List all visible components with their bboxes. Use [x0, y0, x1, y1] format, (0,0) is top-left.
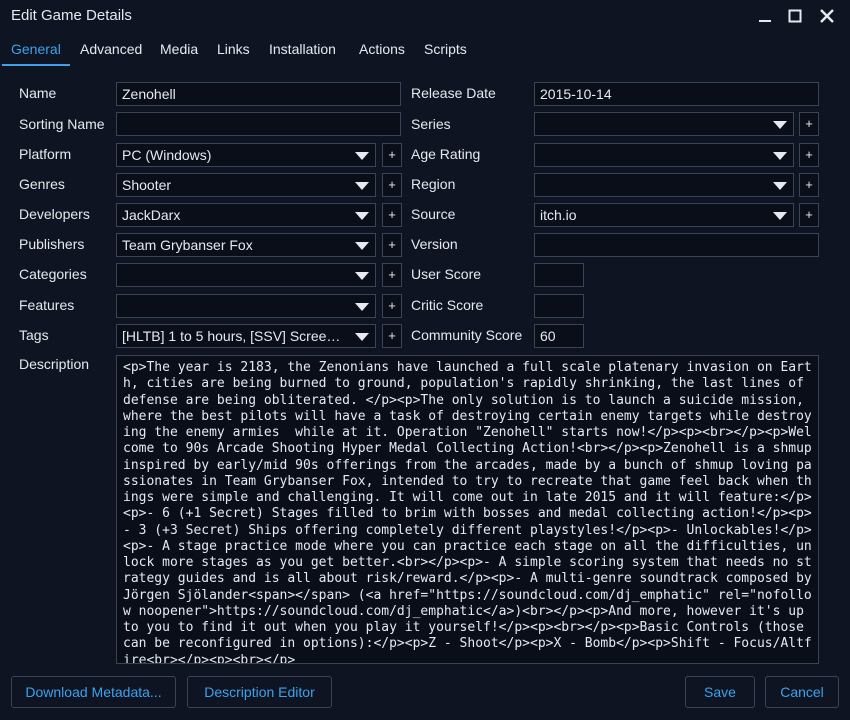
- platform-label: Platform: [19, 146, 72, 162]
- region-select[interactable]: [534, 173, 794, 197]
- chevron-down-icon: [355, 242, 369, 250]
- cancel-button[interactable]: Cancel: [765, 676, 839, 708]
- age-rating-select[interactable]: [534, 143, 794, 167]
- user-score-label: User Score: [411, 266, 482, 282]
- critic-score-input[interactable]: [534, 294, 584, 318]
- description-label: Description: [19, 356, 90, 372]
- tab-media[interactable]: Media: [151, 36, 207, 66]
- add-region-button[interactable]: +: [799, 173, 819, 197]
- developers-select[interactable]: JackDarx: [116, 203, 376, 227]
- maximize-button[interactable]: [782, 4, 808, 28]
- tags-label: Tags: [19, 327, 49, 343]
- description-editor-button[interactable]: Description Editor: [187, 676, 332, 708]
- add-genre-button[interactable]: +: [382, 173, 402, 197]
- genres-value: Shooter: [122, 177, 172, 193]
- tab-bar: General Advanced Media Links Installatio…: [0, 36, 850, 66]
- critic-score-label: Critic Score: [411, 297, 484, 313]
- publishers-value: Team Grybanser Fox: [122, 237, 253, 253]
- chevron-down-icon: [355, 182, 369, 190]
- chevron-down-icon: [773, 212, 787, 220]
- series-label: Series: [411, 116, 451, 132]
- developers-label: Developers: [19, 206, 90, 222]
- release-date-label: Release Date: [411, 85, 496, 101]
- features-label: Features: [19, 297, 75, 313]
- age-rating-label: Age Rating: [411, 146, 481, 162]
- publishers-label: Publishers: [19, 236, 85, 252]
- close-icon: [820, 9, 834, 23]
- tab-actions[interactable]: Actions: [350, 36, 414, 66]
- chevron-down-icon: [355, 152, 369, 160]
- download-metadata-button[interactable]: Download Metadata...: [11, 676, 176, 708]
- minimize-button[interactable]: [752, 4, 778, 28]
- platform-value: PC (Windows): [122, 147, 212, 163]
- series-select[interactable]: [534, 112, 794, 136]
- platform-select[interactable]: PC (Windows): [116, 143, 376, 167]
- tags-value: [HLTB] 1 to 5 hours, [SSV] Screens...: [122, 328, 353, 344]
- tags-select[interactable]: [HLTB] 1 to 5 hours, [SSV] Screens...: [116, 324, 376, 348]
- add-feature-button[interactable]: +: [382, 294, 402, 318]
- chevron-down-icon: [355, 333, 369, 341]
- add-age-rating-button[interactable]: +: [799, 143, 819, 167]
- add-publisher-button[interactable]: +: [382, 233, 402, 257]
- chevron-down-icon: [773, 121, 787, 129]
- sorting-name-input[interactable]: [116, 112, 401, 136]
- categories-label: Categories: [19, 266, 87, 282]
- source-value: itch.io: [540, 207, 577, 223]
- add-series-button[interactable]: +: [799, 112, 819, 136]
- source-label: Source: [411, 206, 456, 222]
- version-input[interactable]: [534, 233, 819, 257]
- close-button[interactable]: [814, 4, 840, 28]
- region-label: Region: [411, 176, 456, 192]
- genres-label: Genres: [19, 176, 65, 192]
- chevron-down-icon: [355, 303, 369, 311]
- add-platform-button[interactable]: +: [382, 143, 402, 167]
- tab-advanced[interactable]: Advanced: [71, 36, 151, 66]
- developers-value: JackDarx: [122, 207, 181, 223]
- title-bar: Edit Game Details: [0, 0, 850, 32]
- community-score-input[interactable]: 60: [534, 324, 584, 348]
- release-date-input[interactable]: 2015-10-14: [534, 82, 819, 106]
- name-label: Name: [19, 85, 57, 101]
- minimize-icon: [759, 20, 771, 22]
- tab-general[interactable]: General: [2, 36, 70, 66]
- user-score-input[interactable]: [534, 263, 584, 287]
- add-source-button[interactable]: +: [799, 203, 819, 227]
- publishers-select[interactable]: Team Grybanser Fox: [116, 233, 376, 257]
- sorting-name-label: Sorting Name: [19, 116, 105, 132]
- maximize-icon: [788, 9, 802, 23]
- chevron-down-icon: [355, 212, 369, 220]
- chevron-down-icon: [355, 272, 369, 280]
- window-title: Edit Game Details: [11, 7, 132, 24]
- tab-scripts[interactable]: Scripts: [415, 36, 476, 66]
- add-developer-button[interactable]: +: [382, 203, 402, 227]
- description-textarea[interactable]: <p>The year is 2183, the Zenonians have …: [116, 355, 819, 664]
- genres-select[interactable]: Shooter: [116, 173, 376, 197]
- description-text: <p>The year is 2183, the Zenonians have …: [123, 360, 819, 664]
- chevron-down-icon: [773, 152, 787, 160]
- categories-select[interactable]: [116, 263, 376, 287]
- tab-links[interactable]: Links: [208, 36, 259, 66]
- features-select[interactable]: [116, 294, 376, 318]
- add-tag-button[interactable]: +: [382, 324, 402, 348]
- add-category-button[interactable]: +: [382, 263, 402, 287]
- source-select[interactable]: itch.io: [534, 203, 794, 227]
- save-button[interactable]: Save: [685, 676, 755, 708]
- tab-installation[interactable]: Installation: [260, 36, 345, 66]
- version-label: Version: [411, 236, 458, 252]
- community-score-label: Community Score: [411, 327, 523, 343]
- name-input[interactable]: Zenohell: [116, 82, 401, 106]
- chevron-down-icon: [773, 182, 787, 190]
